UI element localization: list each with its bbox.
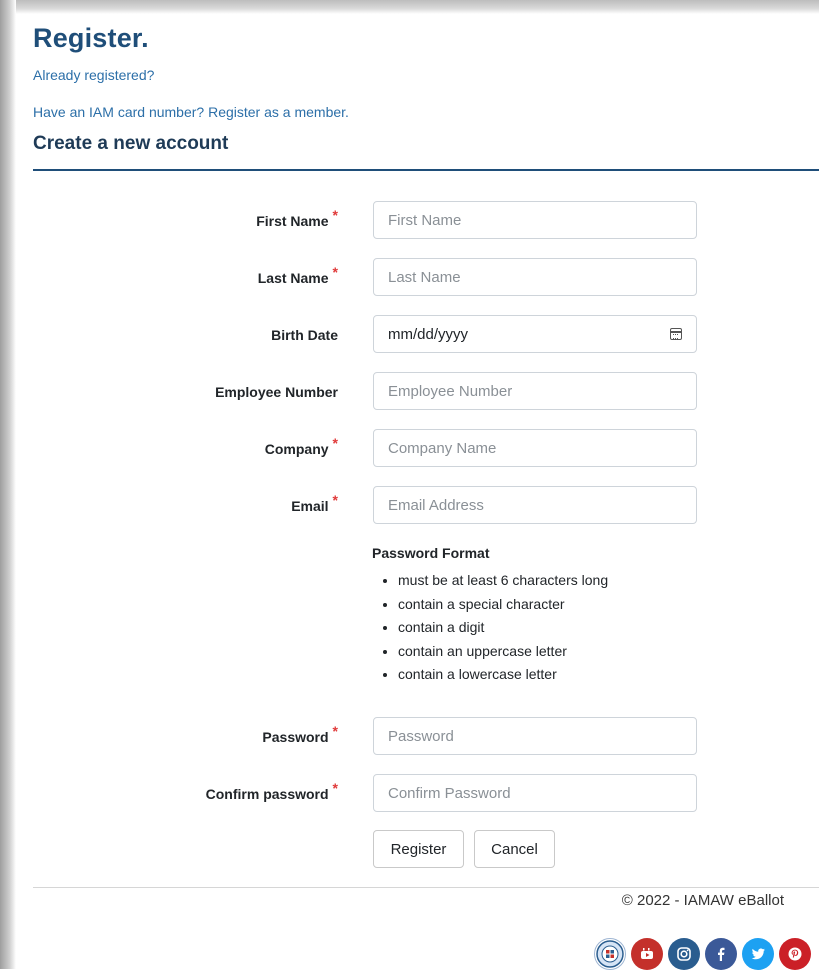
instagram-icon[interactable] xyxy=(668,938,700,970)
cancel-button[interactable]: Cancel xyxy=(474,830,555,868)
copyright-text: © 2022 - IAMAW eBallot xyxy=(621,892,784,909)
confirm-password-label: Confirm password * xyxy=(205,780,338,802)
social-links xyxy=(594,938,811,970)
footer-divider xyxy=(33,887,819,888)
window-shadow-top xyxy=(0,0,819,14)
email-row: Email * xyxy=(16,486,819,526)
password-format-box: Password Format must be at least 6 chara… xyxy=(372,545,712,687)
last-name-row: Last Name * xyxy=(16,258,819,298)
company-label: Company * xyxy=(264,435,338,457)
company-row: Company * xyxy=(16,429,819,469)
password-rule: contain a special character xyxy=(398,593,712,617)
company-input[interactable] xyxy=(373,429,697,467)
required-marker: * xyxy=(332,492,338,508)
already-registered-link[interactable]: Already registered? xyxy=(33,67,154,83)
last-name-input[interactable] xyxy=(373,258,697,296)
pinterest-icon[interactable] xyxy=(779,938,811,970)
required-marker: * xyxy=(332,780,338,796)
register-button[interactable]: Register xyxy=(373,830,464,868)
employee-number-label: Employee Number xyxy=(215,384,338,400)
youtube-icon[interactable] xyxy=(631,938,663,970)
password-input[interactable] xyxy=(373,717,697,755)
birth-date-row: Birth Date mm/dd/yyyy xyxy=(16,315,819,355)
employee-number-row: Employee Number xyxy=(16,372,819,412)
email-input[interactable] xyxy=(373,486,697,524)
employee-number-input[interactable] xyxy=(373,372,697,410)
section-title: Create a new account xyxy=(33,133,229,154)
birth-date-placeholder: mm/dd/yyyy xyxy=(388,325,469,343)
window-shadow-left xyxy=(0,0,16,969)
calendar-icon[interactable] xyxy=(670,328,682,340)
birth-date-input[interactable]: mm/dd/yyyy xyxy=(373,315,697,353)
required-marker: * xyxy=(332,207,338,223)
password-row: Password * xyxy=(16,717,819,757)
required-marker: * xyxy=(332,435,338,451)
facebook-icon[interactable] xyxy=(705,938,737,970)
header-divider xyxy=(33,169,819,171)
first-name-label: First Name * xyxy=(256,207,338,229)
confirm-password-row: Confirm password * xyxy=(16,774,819,814)
password-rule: contain an uppercase letter xyxy=(398,640,712,664)
required-marker: * xyxy=(332,723,338,739)
required-marker: * xyxy=(332,264,338,280)
password-rules-list: must be at least 6 characters long conta… xyxy=(372,569,712,687)
twitter-icon[interactable] xyxy=(742,938,774,970)
iam-seal-icon[interactable] xyxy=(594,938,626,970)
password-rule: contain a digit xyxy=(398,616,712,640)
birth-date-label: Birth Date xyxy=(271,327,338,343)
confirm-password-input[interactable] xyxy=(373,774,697,812)
last-name-label: Last Name * xyxy=(257,264,338,286)
first-name-input[interactable] xyxy=(373,201,697,239)
password-rule: must be at least 6 characters long xyxy=(398,569,712,593)
register-page: Register. Already registered? Have an IA… xyxy=(16,14,819,970)
email-label: Email * xyxy=(291,492,338,514)
first-name-row: First Name * xyxy=(16,201,819,241)
register-as-member-link[interactable]: Have an IAM card number? Register as a m… xyxy=(33,104,349,120)
password-label: Password * xyxy=(262,723,338,745)
page-title: Register. xyxy=(33,23,149,53)
password-format-title: Password Format xyxy=(372,545,490,561)
password-rule: contain a lowercase letter xyxy=(398,663,712,687)
